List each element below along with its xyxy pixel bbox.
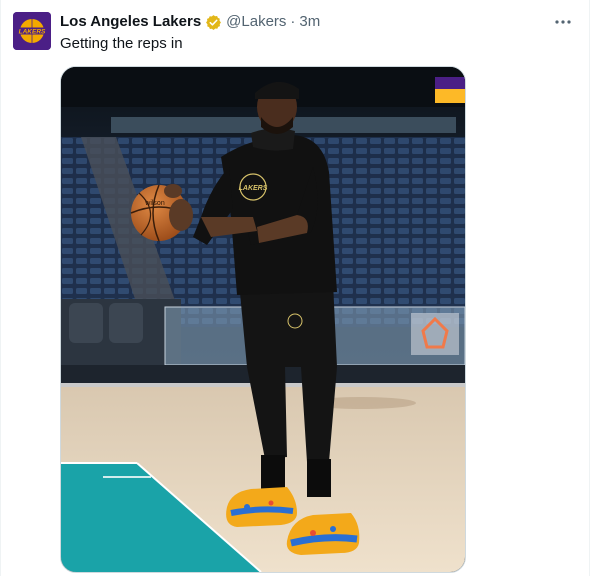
tweet-media[interactable]: LAKERS wilson (60, 66, 466, 573)
display-name[interactable]: Los Angeles Lakers (60, 12, 201, 32)
lakers-logo-icon: LAKERS (13, 12, 51, 50)
avatar[interactable]: LAKERS (13, 12, 51, 50)
separator-dot: · (290, 13, 296, 30)
tweet-header: Los Angeles Lakers @Lakers · 3m (60, 12, 320, 32)
tweet-text: Getting the reps in (60, 35, 183, 52)
shirt-logo-text: LAKERS (239, 185, 268, 192)
verified-badge-icon (205, 14, 222, 31)
timestamp[interactable]: 3m (299, 12, 320, 32)
handle[interactable]: @Lakers (226, 12, 286, 32)
avatar-logo-text: LAKERS (19, 29, 46, 36)
svg-text:wilson: wilson (144, 200, 165, 207)
media-photo: LAKERS wilson (61, 67, 465, 572)
more-options-icon[interactable] (553, 14, 573, 30)
tweet[interactable]: LAKERS Los Angeles Lakers @Lakers · 3m G… (0, 0, 590, 576)
